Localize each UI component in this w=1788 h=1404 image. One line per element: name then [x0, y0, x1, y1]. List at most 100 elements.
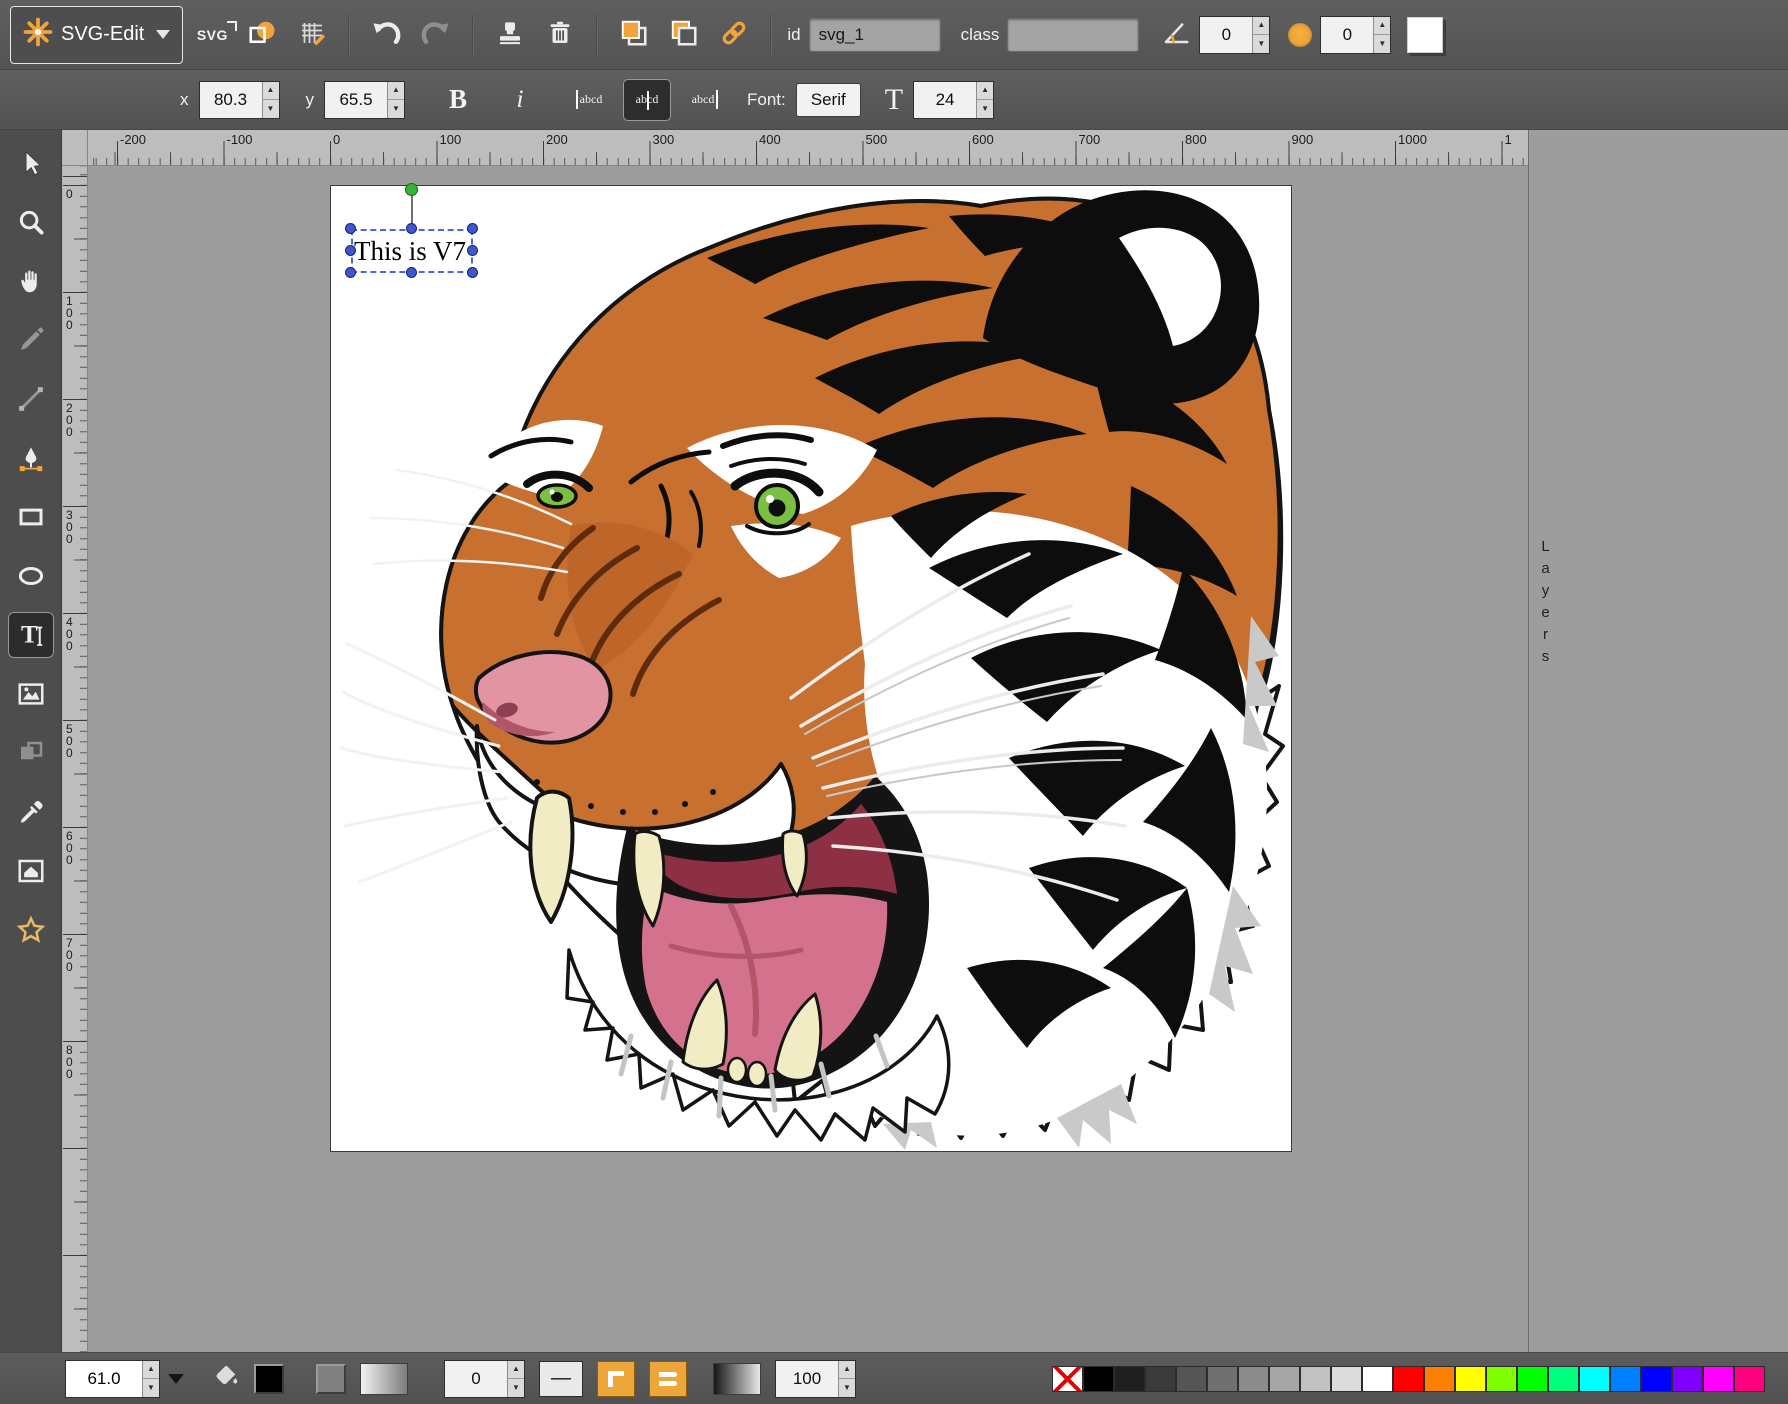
angle-input[interactable]: [1200, 17, 1252, 53]
clone-button[interactable]: [489, 13, 531, 57]
y-spin-buttons[interactable]: ▲▼: [387, 82, 404, 118]
palette-swatch[interactable]: [1114, 1366, 1145, 1392]
move-to-back-button[interactable]: [663, 13, 705, 57]
palette-swatch[interactable]: [1269, 1366, 1300, 1392]
stroke-style-button[interactable]: —: [539, 1361, 583, 1397]
palette-swatch[interactable]: [1579, 1366, 1610, 1392]
rectangle-tool[interactable]: [8, 494, 54, 540]
palette-swatch[interactable]: [1672, 1366, 1703, 1392]
palette-swatch[interactable]: [1424, 1366, 1455, 1392]
font-size-spin-buttons[interactable]: ▲▼: [976, 82, 993, 118]
palette-swatch[interactable]: [1083, 1366, 1114, 1392]
bold-button[interactable]: B: [437, 78, 479, 122]
make-link-button[interactable]: [713, 13, 755, 57]
tiger-artwork[interactable]: [331, 186, 1291, 1151]
element-class-input[interactable]: [1007, 18, 1139, 52]
palette-swatch[interactable]: [1641, 1366, 1672, 1392]
text-anchor-middle-button[interactable]: abcd: [623, 79, 671, 121]
selected-text-element[interactable]: This is V7: [351, 229, 473, 273]
palette-swatch[interactable]: [1331, 1366, 1362, 1392]
spinner-down-icon[interactable]: ▼: [1253, 35, 1269, 53]
palette-swatch-none[interactable]: [1052, 1366, 1083, 1392]
resize-handle-nw[interactable]: [345, 223, 356, 234]
linejoin-button[interactable]: [597, 1361, 635, 1397]
palette-swatch[interactable]: [1455, 1366, 1486, 1392]
eyedropper-tool[interactable]: [8, 789, 54, 835]
zoom-spin-buttons[interactable]: ▲▼: [142, 1361, 159, 1397]
zoom-dropdown-caret[interactable]: [168, 1374, 184, 1384]
image-tool[interactable]: [8, 671, 54, 717]
font-family-button[interactable]: Serif: [796, 83, 861, 117]
main-menu-button[interactable]: SVG-Edit: [10, 6, 183, 64]
resize-handle-se[interactable]: [467, 267, 478, 278]
resize-handle-e[interactable]: [467, 245, 478, 256]
resize-handle-w[interactable]: [345, 245, 356, 256]
zoom-input[interactable]: [66, 1361, 142, 1397]
opacity-input[interactable]: [776, 1361, 838, 1397]
spinner-up-icon[interactable]: ▲: [508, 1361, 524, 1380]
font-size-input[interactable]: [914, 82, 976, 118]
shape-library-tool[interactable]: [8, 730, 54, 776]
palette-swatch[interactable]: [1207, 1366, 1238, 1392]
spinner-up-icon[interactable]: ▲: [388, 82, 404, 101]
y-input[interactable]: [325, 82, 387, 118]
stroke-color-swatch[interactable]: [316, 1364, 346, 1394]
blur-spin-buttons[interactable]: ▲▼: [1373, 17, 1390, 53]
move-to-front-button[interactable]: [613, 13, 655, 57]
path-tool[interactable]: [8, 435, 54, 481]
layers-panel-label[interactable]: Layers: [1537, 538, 1554, 670]
palette-swatch[interactable]: [1703, 1366, 1734, 1392]
resize-handle-s[interactable]: [406, 267, 417, 278]
x-input[interactable]: [200, 82, 262, 118]
spinner-down-icon[interactable]: ▼: [263, 100, 279, 118]
spinner-up-icon[interactable]: ▲: [263, 82, 279, 101]
y-stepper[interactable]: ▲▼: [324, 81, 405, 119]
italic-button[interactable]: i: [499, 78, 541, 122]
resize-handle-sw[interactable]: [345, 267, 356, 278]
palette-swatch[interactable]: [1362, 1366, 1393, 1392]
spinner-down-icon[interactable]: ▼: [1374, 35, 1390, 53]
redo-button[interactable]: [415, 13, 457, 57]
spinner-down-icon[interactable]: ▼: [977, 100, 993, 118]
rotation-handle[interactable]: [405, 183, 418, 196]
palette-swatch[interactable]: [1238, 1366, 1269, 1392]
stroke-width-stepper[interactable]: ▲▼: [444, 1360, 525, 1398]
fill-color-swatch[interactable]: [254, 1364, 284, 1394]
x-stepper[interactable]: ▲▼: [199, 81, 280, 119]
text-anchor-start-button[interactable]: abcd: [565, 79, 613, 121]
undo-button[interactable]: [365, 13, 407, 57]
palette-swatch[interactable]: [1145, 1366, 1176, 1392]
spinner-down-icon[interactable]: ▼: [508, 1379, 524, 1397]
resize-handle-n[interactable]: [406, 223, 417, 234]
spinner-down-icon[interactable]: ▼: [143, 1379, 159, 1397]
svg-canvas[interactable]: This is V7: [330, 185, 1292, 1152]
editor-preferences-button[interactable]: [291, 13, 333, 57]
spinner-up-icon[interactable]: ▲: [839, 1361, 855, 1380]
palette-swatch[interactable]: [1517, 1366, 1548, 1392]
angle-spin-buttons[interactable]: ▲▼: [1252, 17, 1269, 53]
delete-button[interactable]: [539, 13, 581, 57]
palette-swatch[interactable]: [1610, 1366, 1641, 1392]
pan-tool[interactable]: [8, 258, 54, 304]
ellipse-tool[interactable]: [8, 553, 54, 599]
stroke-width-spin-buttons[interactable]: ▲▼: [507, 1361, 524, 1397]
text-anchor-end-button[interactable]: abcd: [681, 79, 729, 121]
spinner-up-icon[interactable]: ▲: [143, 1361, 159, 1380]
opacity-spin-buttons[interactable]: ▲▼: [838, 1361, 855, 1397]
line-tool[interactable]: [8, 376, 54, 422]
spinner-up-icon[interactable]: ▲: [1253, 17, 1269, 36]
zoom-stepper[interactable]: ▲▼: [65, 1360, 160, 1398]
layers-panel-tab[interactable]: Layers: [1528, 130, 1788, 1352]
spinner-up-icon[interactable]: ▲: [977, 82, 993, 101]
select-tool[interactable]: [8, 140, 54, 186]
svg-source-button[interactable]: SVG: [191, 13, 233, 57]
angle-stepper[interactable]: ▲▼: [1199, 16, 1270, 54]
x-spin-buttons[interactable]: ▲▼: [262, 82, 279, 118]
document-properties-button[interactable]: [241, 13, 283, 57]
palette-swatch[interactable]: [1486, 1366, 1517, 1392]
palette-swatch[interactable]: [1548, 1366, 1579, 1392]
stroke-gradient-swatch[interactable]: [360, 1363, 408, 1395]
palette-swatch[interactable]: [1176, 1366, 1207, 1392]
palette-swatch[interactable]: [1393, 1366, 1424, 1392]
spinner-up-icon[interactable]: ▲: [1374, 17, 1390, 36]
